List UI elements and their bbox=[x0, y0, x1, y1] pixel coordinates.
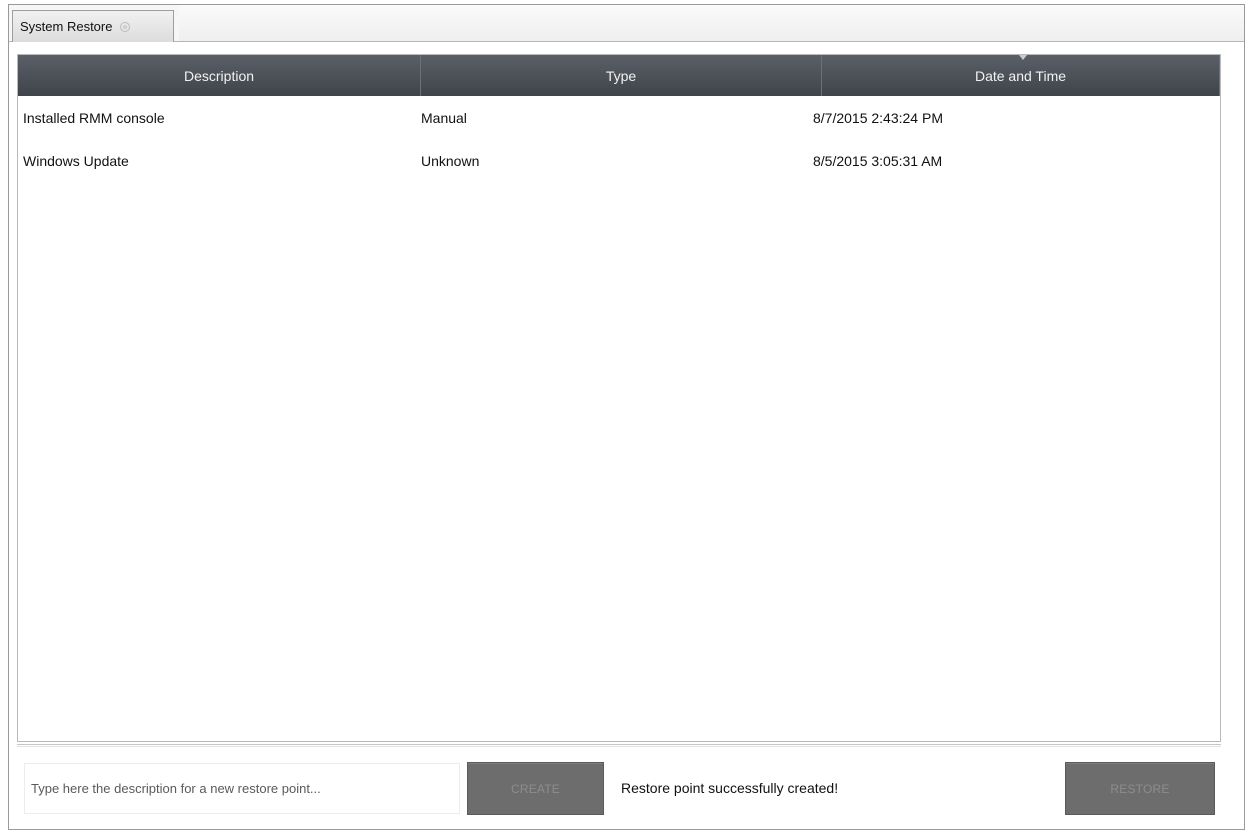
cell-type: Manual bbox=[421, 109, 467, 126]
column-header-type[interactable]: Type bbox=[421, 55, 822, 96]
table-row[interactable]: Windows Update Unknown 8/5/2015 3:05:31 … bbox=[18, 139, 1220, 182]
tab-title: System Restore bbox=[20, 19, 113, 34]
tab-bar-background bbox=[179, 5, 1244, 41]
table-row[interactable]: Installed RMM console Manual 8/7/2015 2:… bbox=[18, 96, 1220, 139]
restore-button[interactable]: RESTORE bbox=[1065, 762, 1215, 815]
sort-indicator-icon bbox=[1019, 55, 1027, 60]
column-header-description[interactable]: Description bbox=[18, 55, 421, 96]
restore-points-table: Description Type Date and Time Installed… bbox=[17, 54, 1221, 742]
footer-divider bbox=[17, 744, 1221, 747]
tab-close-icon[interactable] bbox=[120, 21, 131, 32]
status-message: Restore point successfully created! bbox=[621, 780, 839, 796]
tab-system-restore[interactable]: System Restore bbox=[12, 10, 174, 42]
table-header: Description Type Date and Time bbox=[18, 55, 1220, 96]
column-header-date-time[interactable]: Date and Time bbox=[822, 55, 1220, 96]
create-button[interactable]: CREATE bbox=[467, 762, 604, 815]
cell-description: Windows Update bbox=[23, 152, 129, 169]
cell-date-time: 8/7/2015 2:43:24 PM bbox=[813, 109, 943, 126]
tab-bar: System Restore bbox=[9, 5, 1244, 42]
cell-date-time: 8/5/2015 3:05:31 AM bbox=[813, 152, 943, 169]
cell-description: Installed RMM console bbox=[23, 109, 165, 126]
restore-point-description-input[interactable] bbox=[24, 763, 460, 814]
table-body: Installed RMM console Manual 8/7/2015 2:… bbox=[18, 96, 1220, 182]
cell-type: Unknown bbox=[421, 152, 480, 169]
